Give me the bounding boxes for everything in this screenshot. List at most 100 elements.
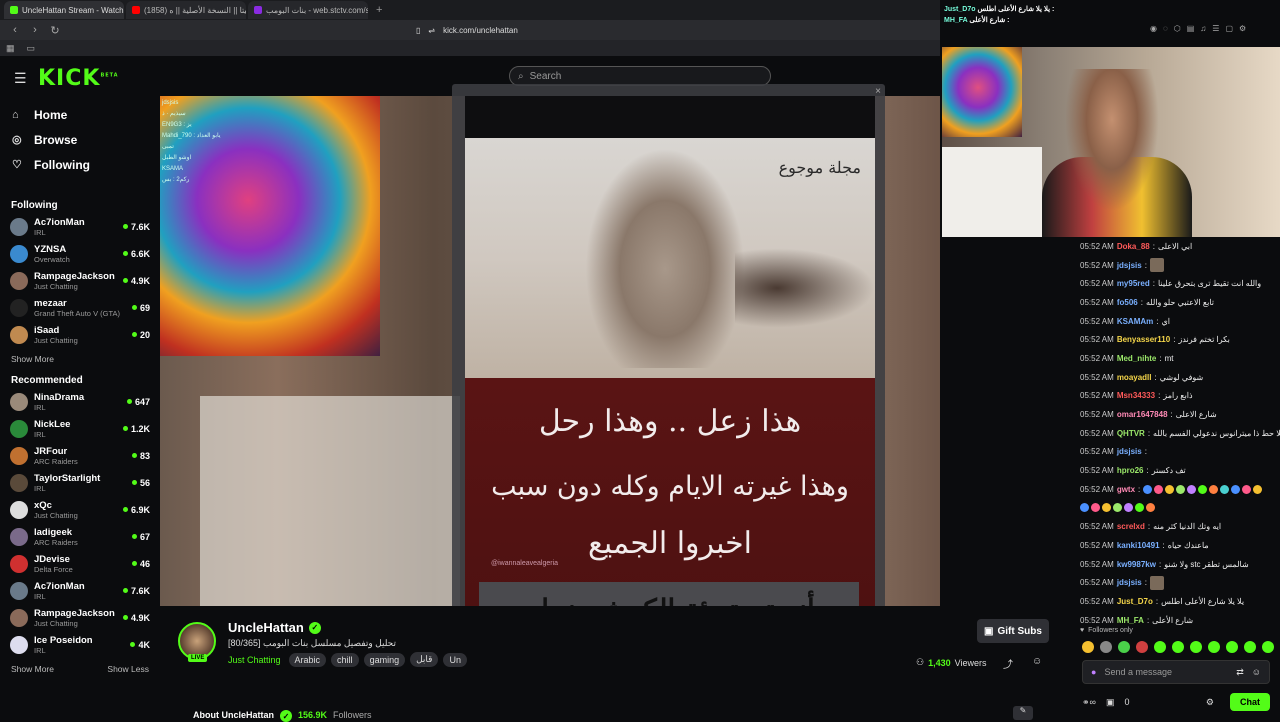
message-user[interactable]: kw9987kw [1117,560,1156,569]
chat-send-button[interactable]: Chat [1230,693,1270,711]
emote-icon[interactable] [1226,641,1238,653]
channel-item[interactable]: ladigeek ARC Raiders 67 [0,523,160,550]
extension-icon[interactable]: ♫ [1200,24,1206,33]
extension-icon[interactable]: ◉ [1150,24,1157,33]
chat-message: 05:52 AM Doka_88: ابي الاعلى [1068,237,1280,256]
browser-tab[interactable]: (1858) لاكت ميتا || النسخة الأصلية || ه× [126,1,246,19]
nav-browse[interactable]: ◎ Browse [0,127,160,152]
channel-item[interactable]: RampageJackson Just Chatting 4.9K [0,267,160,294]
message-user[interactable]: gwtx [1117,485,1135,494]
message-user[interactable]: omar1647848 [1117,410,1168,419]
emote-icon[interactable] [1154,641,1166,653]
message-user[interactable]: Benyasser110 [1117,335,1170,344]
message-user[interactable]: Msn34333 [1117,391,1155,400]
message-user[interactable]: QHTVR [1117,429,1145,438]
kick-logo[interactable]: KICKBETA [38,66,119,91]
message-user[interactable]: jdsjsis [1117,261,1142,270]
close-icon[interactable]: × [875,86,881,97]
message-user[interactable]: hpro26 [1117,466,1144,475]
colon: : [1152,279,1155,289]
infinity-icon[interactable]: ⚭∞ [1082,697,1096,708]
emote-icon[interactable] [1244,641,1256,653]
emote-icon[interactable] [1190,641,1202,653]
channel-item[interactable]: mezaar Grand Theft Auto V (GTA) 69 [0,294,160,321]
streamer-name[interactable]: UncleHattan [228,620,304,635]
new-tab-button[interactable]: + [370,4,388,16]
channel-item[interactable]: iSaad Just Chatting 20 [0,321,160,348]
channel-item[interactable]: TaylorStarlight IRL 56 [0,469,160,496]
channel-item[interactable]: Ac7ionMan IRL 7.6K [0,577,160,604]
emote-icon[interactable] [1136,641,1148,653]
channel-item[interactable]: xQc Just Chatting 6.9K [0,496,160,523]
mic-icon[interactable]: ● [1091,667,1096,677]
channel-item[interactable]: JRFour ARC Raiders 83 [0,442,160,469]
folder-icon[interactable]: ▭ [27,43,36,54]
emoji-icon[interactable]: ☺ [1252,667,1261,678]
points-icon[interactable]: ▣ [1106,697,1115,708]
emote-icon[interactable] [1262,641,1274,653]
settings-icon[interactable]: ⚙ [1206,697,1214,708]
message-user[interactable]: Just_D7o [1117,597,1153,606]
message-time: 05:52 AM [1080,466,1114,476]
extension-icon[interactable]: ⚙ [1239,24,1246,33]
emote-icon[interactable] [1100,641,1112,653]
browser-tab[interactable]: UncleHattan Stream - Watch Liv× [4,1,124,19]
address-bar[interactable]: ▯ ⇌ kick.com/unclehattan [408,22,932,38]
message-user[interactable]: Med_nihte [1117,354,1157,363]
message-user[interactable]: Doka_88 [1117,242,1150,251]
emote-icon[interactable] [1208,641,1220,653]
show-more-following[interactable]: Show More [0,348,160,370]
message-user[interactable]: my95red [1117,279,1150,288]
message-user[interactable]: kanki10491 [1117,541,1160,550]
gift-subs-button[interactable]: ▣ Gift Subs [977,619,1049,643]
emote-icon[interactable] [1082,641,1094,653]
extension-icon[interactable]: ◌ [1163,24,1168,33]
back-icon[interactable]: ‹ [8,24,22,36]
edit-icon[interactable]: ✎ [1013,706,1033,720]
message-user[interactable]: MH_FA [1117,616,1144,625]
emote-icon[interactable] [1118,641,1130,653]
reload-icon[interactable]: ↻ [48,24,62,37]
viewer-count: 6.9K [130,504,150,515]
share-icon[interactable]: ⤴ [1003,656,1013,671]
show-less-button[interactable]: Show Less [107,664,149,674]
tag[interactable]: chill [331,652,359,667]
message-user[interactable]: moayadll [1117,373,1152,382]
message-user[interactable]: fo506 [1117,298,1138,307]
extension-icon[interactable]: ⬡ [1174,24,1181,33]
tag[interactable]: gaming [363,652,406,667]
search-input[interactable]: ⌕ Search [509,66,771,86]
apps-icon[interactable]: ▦ [6,43,15,54]
tag[interactable]: Un [443,652,467,667]
message-user[interactable]: KSAMAm [1117,317,1153,326]
forward-icon[interactable]: › [28,24,42,36]
browser-tab[interactable]: بنات البومب - web.stctv.com/search?q× [248,1,368,19]
channel-item[interactable]: Ice Poseidon IRL 4K [0,631,160,658]
bookmark-icon[interactable]: ▯ [416,26,420,35]
message-time: 05:52 AM [1080,559,1114,569]
profile-icon[interactable]: ☺ [1032,656,1042,667]
message-user[interactable]: jdsjsis [1117,578,1142,587]
channel-item[interactable]: RampageJackson Just Chatting 4.9K [0,604,160,631]
tag[interactable]: Arabic [288,652,327,667]
menu-icon[interactable]: ☰ [14,70,27,87]
emote-icon[interactable] [1172,641,1184,653]
channel-item[interactable]: NickLee IRL 1.2K [0,415,160,442]
channel-item[interactable]: NinaDrama IRL 647 [0,388,160,415]
extension-icon[interactable]: ▢ [1225,24,1233,33]
site-info-icon[interactable]: ⇌ [428,26,435,35]
translate-icon[interactable]: ⇄ [1236,667,1244,678]
channel-item[interactable]: YZNSA Overwatch 6.6K [0,240,160,267]
tag[interactable]: قابل [410,652,439,667]
category-link[interactable]: Just Chatting [228,655,281,665]
chat-input[interactable]: ● Send a message ⇄ ☺ [1082,660,1270,684]
show-more-button[interactable]: Show More [11,664,54,674]
nav-home[interactable]: ⌂ Home [0,102,160,127]
nav-following[interactable]: ♡ Following [0,152,160,177]
channel-item[interactable]: JDevise Delta Force 46 [0,550,160,577]
extension-icon[interactable]: ▤ [1187,24,1195,33]
message-user[interactable]: jdsjsis [1117,447,1142,456]
message-user[interactable]: screlxd [1117,522,1145,531]
extension-icon[interactable]: ☰ [1212,24,1219,33]
channel-item[interactable]: Ac7ionMan IRL 7.6K [0,213,160,240]
